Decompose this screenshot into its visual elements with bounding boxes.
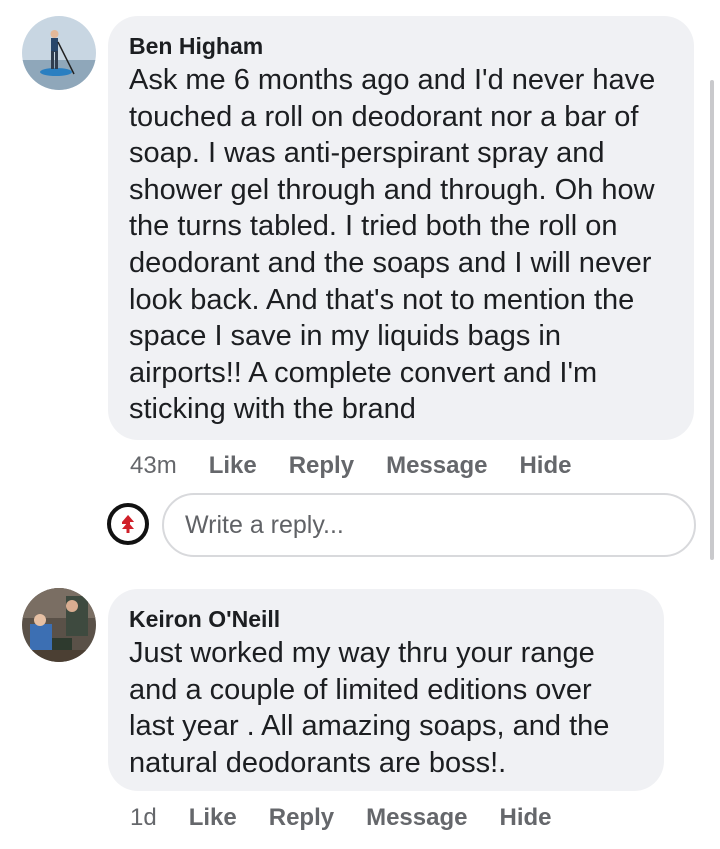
reply-button[interactable]: Reply (289, 451, 354, 481)
message-button[interactable]: Message (366, 803, 467, 833)
avatar[interactable] (22, 16, 96, 90)
comment-actions: 43m Like Reply Message Hide (130, 451, 603, 481)
write-reply-input[interactable] (162, 493, 696, 557)
comment-text: Just worked my way thru your range and a… (129, 637, 610, 779)
avatar[interactable] (22, 588, 96, 662)
scrollbar[interactable] (710, 80, 714, 560)
comment-actions: 1d Like Reply Message Hide (130, 803, 584, 833)
reply-button[interactable]: Reply (269, 803, 334, 833)
comment-bubble: Keiron O'Neill Just worked my way thru y… (108, 589, 664, 791)
like-button[interactable]: Like (189, 803, 237, 833)
page-avatar (107, 503, 149, 545)
comment-bubble: Ben Higham Ask me 6 months ago and I'd n… (108, 16, 694, 440)
comment-timestamp[interactable]: 43m (130, 451, 177, 481)
brand-arrows-icon (122, 515, 134, 533)
comment-text: Ask me 6 months ago and I'd never have t… (129, 64, 656, 426)
hide-button[interactable]: Hide (519, 451, 571, 481)
comment-author[interactable]: Keiron O'Neill (129, 603, 644, 635)
comments-thread: Ben Higham Ask me 6 months ago and I'd n… (0, 0, 720, 849)
like-button[interactable]: Like (209, 451, 257, 481)
comment-author[interactable]: Ben Higham (129, 30, 674, 62)
hide-button[interactable]: Hide (499, 803, 551, 833)
avatar-kids-photo-image (22, 588, 96, 662)
comment-timestamp[interactable]: 1d (130, 803, 157, 833)
message-button[interactable]: Message (386, 451, 487, 481)
avatar-paddleboarder-image (22, 16, 96, 90)
